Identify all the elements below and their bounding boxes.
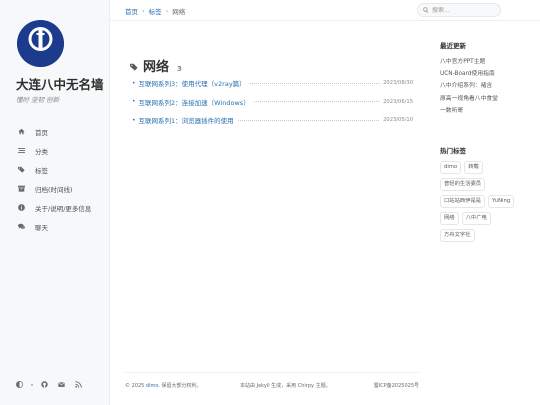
github-icon[interactable] — [39, 379, 50, 390]
post-link[interactable]: 互联网系列1：浏览器插件的使用 — [139, 115, 234, 125]
sidebar-item-home[interactable]: 首页 — [16, 122, 106, 141]
sidebar-item-tags[interactable]: 标签 — [16, 160, 106, 179]
breadcrumb-tags-link[interactable]: 标签 — [149, 6, 162, 16]
sidebar: 大连八中无名墙 懂时 坚韧 创新 首页 分类 标签 归档(时间线) 关于/说明/… — [0, 0, 110, 405]
avatar[interactable] — [17, 20, 64, 67]
copyright-prefix: © 2025 — [125, 383, 146, 389]
footer-powered-by: 本站由 Jekyll 生成，采用 Chirpy 主题。 — [240, 383, 331, 389]
sidebar-item-label: 首页 — [35, 128, 48, 137]
tag-chip[interactable]: 方舟文字社 — [440, 228, 475, 242]
search-box[interactable] — [417, 3, 501, 17]
site-subtitle: 懂时 坚韧 创新 — [16, 96, 60, 104]
rss-icon[interactable] — [73, 379, 84, 390]
info-icon — [16, 203, 26, 213]
sidebar-item-about[interactable]: 关于/说明/更多信息 — [16, 198, 106, 217]
page-title-text: 网络 — [143, 60, 170, 75]
sidebar-item-label: 归档(时间线) — [35, 185, 73, 194]
topbar: 首页 › 标签 › 网络 — [110, 0, 540, 21]
sidebar-bottom — [14, 379, 84, 390]
breadcrumb-home-link[interactable]: 首页 — [125, 6, 138, 16]
right-panel: 最近更新 八中官方PPT主题 UCN-Board使用指南 八中介绍系列：褚含 原… — [440, 40, 535, 242]
dotted-leader — [253, 101, 380, 103]
theme-toggle-icon[interactable] — [14, 379, 25, 390]
separator-dot — [31, 383, 33, 386]
breadcrumb-current: 网络 — [172, 8, 186, 16]
tag-cloud: dimo 转载 普轻的生活委员 口站站西伊是是 YuNing 网络 八中广电 方… — [440, 160, 518, 242]
trending-tags-heading: 热门标签 — [440, 146, 466, 155]
author-link[interactable]: dimo — [146, 383, 158, 389]
sidebar-item-categories[interactable]: 分类 — [16, 141, 106, 160]
recent-update-link[interactable]: 八中介绍系列：褚含 — [440, 80, 535, 92]
list-item: • 互联网系列3：使用代理（v2ray篇） 2023/08/30 — [132, 74, 413, 93]
recent-update-link[interactable]: 原高一视角看八中食堂 — [440, 93, 535, 105]
tag-chip[interactable]: 转载 — [464, 160, 483, 174]
post-list: • 互联网系列3：使用代理（v2ray篇） 2023/08/30 • 互联网系列… — [132, 74, 413, 130]
sidebar-item-chat[interactable]: 聊天 — [16, 217, 106, 236]
post-date: 2023/08/30 — [383, 80, 413, 87]
tag-chip[interactable]: 八中广电 — [461, 211, 491, 225]
bullet-icon: • — [132, 79, 136, 87]
breadcrumb: 首页 › 标签 › 网络 — [125, 6, 185, 16]
sidebar-item-label: 关于/说明/更多信息 — [35, 204, 92, 213]
tag-chip[interactable]: YuNing — [488, 194, 515, 208]
recent-update-link[interactable]: UCN-Board使用指南 — [440, 68, 535, 80]
dotted-leader — [249, 82, 380, 84]
sidebar-item-label: 分类 — [35, 147, 48, 156]
dotted-leader — [237, 119, 380, 121]
tag-chip[interactable]: dimo — [440, 160, 462, 174]
recent-updates-heading: 最近更新 — [440, 42, 466, 50]
home-icon — [16, 127, 26, 137]
tag-chip[interactable]: 口站站西伊是是 — [440, 194, 486, 208]
school-logo-icon — [17, 20, 64, 67]
footer-icp[interactable]: 蜀ICP备2025025号 — [374, 382, 419, 389]
sidebar-nav: 首页 分类 标签 归档(时间线) 关于/说明/更多信息 聊天 — [16, 122, 106, 236]
sidebar-item-label: 标签 — [35, 166, 48, 175]
post-link[interactable]: 互联网系列3：使用代理（v2ray篇） — [139, 78, 246, 88]
tag-chip[interactable]: 普轻的生活委员 — [440, 177, 486, 191]
tags-icon — [16, 165, 26, 175]
footer-copyright: © 2025 dimo. 保留大部分权利。 — [125, 382, 202, 389]
tag-icon — [130, 41, 139, 71]
stream-icon — [16, 146, 26, 156]
list-item: • 互联网系列2：连接加速（Windows） 2023/06/15 — [132, 93, 413, 112]
email-icon[interactable] — [56, 379, 67, 390]
recent-update-link[interactable]: 一数听哥 — [440, 105, 535, 117]
post-date: 2023/05/10 — [383, 117, 413, 124]
bullet-icon: • — [132, 116, 136, 124]
post-date: 2023/06/15 — [383, 98, 413, 105]
copyright-suffix: . 保留大部分权利。 — [158, 383, 202, 389]
post-link[interactable]: 互联网系列2：连接加速（Windows） — [139, 97, 250, 107]
search-input[interactable] — [432, 6, 500, 14]
tag-chip[interactable]: 网络 — [440, 211, 459, 225]
recent-update-link[interactable]: 八中官方PPT主题 — [440, 56, 535, 68]
comments-icon — [16, 222, 26, 232]
breadcrumb-separator: › — [165, 7, 169, 15]
bullet-icon: • — [132, 98, 136, 106]
sidebar-item-archives[interactable]: 归档(时间线) — [16, 179, 106, 198]
site-title[interactable]: 大连八中无名墙 — [16, 74, 104, 93]
breadcrumb-separator: › — [142, 7, 145, 15]
footer: © 2025 dimo. 保留大部分权利。 本站由 Jekyll 生成，采用 C… — [125, 372, 419, 397]
sidebar-item-label: 聊天 — [35, 223, 48, 232]
archive-icon — [16, 184, 26, 194]
recent-updates-list: 八中官方PPT主题 UCN-Board使用指南 八中介绍系列：褚含 原高一视角看… — [440, 56, 535, 117]
page-title: 网络 3 — [130, 41, 182, 75]
search-icon — [423, 7, 429, 13]
post-count: 3 — [177, 65, 182, 73]
list-item: • 互联网系列1：浏览器插件的使用 2023/05/10 — [132, 111, 413, 130]
